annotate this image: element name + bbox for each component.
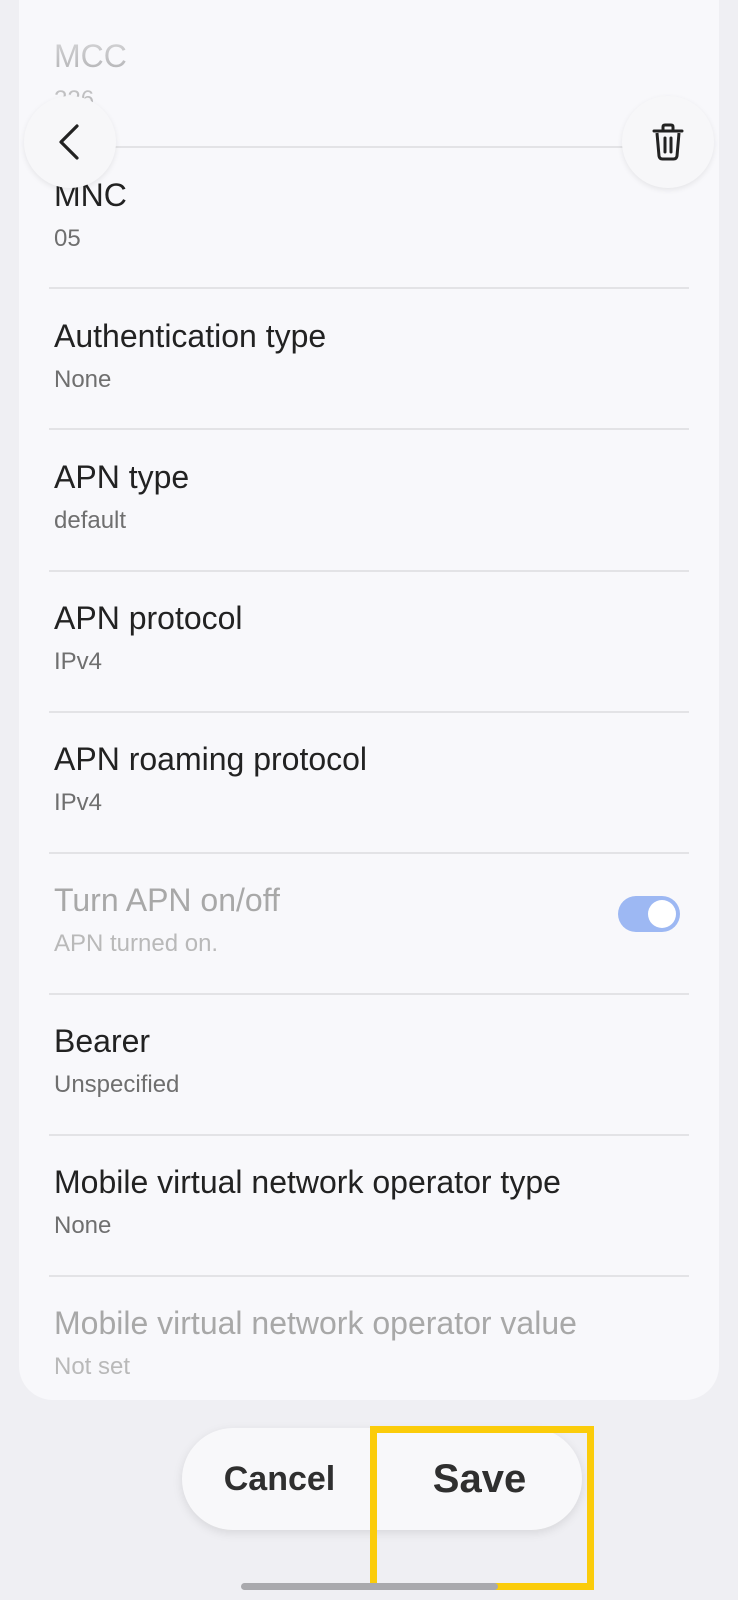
bearer-value: Unspecified [54,1071,180,1098]
divider [49,1275,689,1277]
apn-protocol-row[interactable]: APN protocol IPv4 [54,600,684,700]
toggle-knob [648,900,676,928]
apn-type-title: APN type [54,459,190,495]
mvno-type-row[interactable]: Mobile virtual network operator type Non… [54,1164,684,1264]
divider [49,570,689,572]
mvno-value-title: Mobile virtual network operator value [54,1305,577,1341]
mcc-row[interactable]: MCC 226 [54,38,684,138]
authentication-type-title: Authentication type [54,318,327,354]
divider [49,852,689,854]
back-arrow-icon [59,124,79,160]
mvno-type-title: Mobile virtual network operator type [54,1164,561,1200]
turn-apn-on-off-title: Turn APN on/off [54,882,280,918]
divider [49,993,689,995]
back-button[interactable] [24,96,116,188]
authentication-type-row[interactable]: Authentication type None [54,318,684,418]
mvno-type-value: None [54,1212,112,1239]
apn-roaming-protocol-row[interactable]: APN roaming protocol IPv4 [54,741,684,841]
authentication-type-value: None [54,366,112,393]
apn-settings-card: MCC 226 MNC 05 Authentication type None … [19,0,719,1400]
apn-type-row[interactable]: APN type default [54,459,684,559]
apn-roaming-protocol-title: APN roaming protocol [54,741,368,777]
divider [49,287,689,289]
delete-button[interactable] [622,96,714,188]
apn-roaming-protocol-value: IPv4 [54,789,103,816]
divider [49,146,689,148]
mvno-value-row: Mobile virtual network operator value No… [54,1305,684,1400]
divider [49,711,689,713]
bearer-row[interactable]: Bearer Unspecified [54,1023,684,1123]
mnc-value: 05 [54,225,81,252]
turn-apn-on-off-value: APN turned on. [54,930,219,957]
mnc-row[interactable]: MNC 05 [54,177,684,277]
turn-apn-on-off-row: Turn APN on/off APN turned on. [54,882,684,982]
trash-icon [652,123,684,161]
divider [49,428,689,430]
home-indicator[interactable] [241,1583,498,1590]
apn-protocol-title: APN protocol [54,600,243,636]
cancel-button[interactable]: Cancel [182,1428,377,1530]
mvno-value-value: Not set [54,1353,131,1380]
apn-toggle-switch [618,896,680,932]
mcc-title: MCC [54,38,127,74]
bottom-action-bar: Cancel Save [182,1428,582,1530]
apn-type-value: default [54,507,127,534]
save-button[interactable]: Save [377,1428,582,1530]
bearer-title: Bearer [54,1023,151,1059]
divider [49,1134,689,1136]
apn-protocol-value: IPv4 [54,648,103,675]
